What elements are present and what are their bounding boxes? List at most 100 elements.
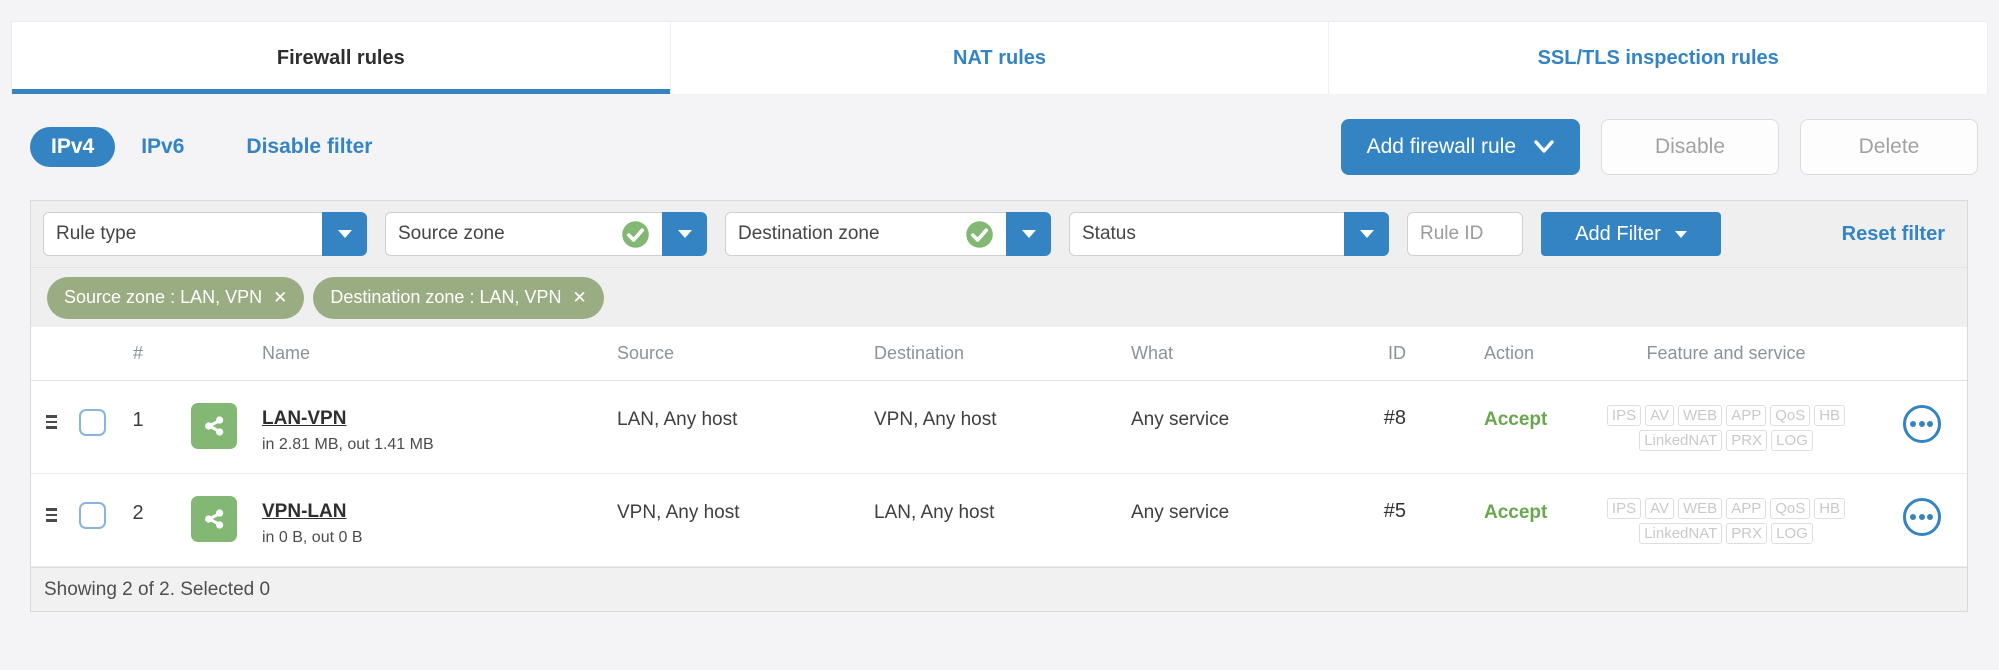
rule-what: Any service [1131,409,1230,430]
triangle-down-icon [1021,230,1036,238]
firewall-rules-page: Firewall rules NAT rules SSL/TLS inspect… [0,0,1999,670]
row-more-menu-icon[interactable] [1902,405,1941,443]
source-zone-dropdown-label: Source zone [398,223,505,244]
toolbar: IPv4 IPv6 Disable filter Add firewall ru… [30,94,1978,200]
rule-type-dropdown-label: Rule type [56,223,137,244]
feature-badges: IPS AV WEB APP QoS HB LinkedNAT PRX LOG [1576,474,1876,544]
add-firewall-rule-button[interactable]: Add firewall rule [1340,119,1580,175]
table-header-row: # Name Source Destination What ID Action… [31,327,1967,381]
feature-badge: IPS [1606,405,1642,426]
feature-badge: HB [1814,498,1846,519]
destination-zone-dropdown-label: Destination zone [738,223,880,244]
status-dropdown-label: Status [1082,223,1136,244]
tab-nat-rules[interactable]: NAT rules [669,22,1329,94]
filter-chip-label: Source zone : LAN, VPN [64,287,263,307]
header-action: Action [1484,343,1535,363]
feature-badge: WEB [1678,405,1723,426]
row-number: 2 [132,502,144,524]
rule-id-input[interactable] [1407,212,1523,256]
drag-handle[interactable] [31,474,71,522]
rules-panel: Rule type Source zone Destination zone S… [30,200,1968,612]
feature-badge: APP [1726,498,1767,519]
header-number: # [132,343,143,363]
table-footer: Showing 2 of 2. Selected 0 [31,567,1967,611]
tab-ssl-tls-inspection-rules[interactable]: SSL/TLS inspection rules [1328,22,1987,94]
ipv4-toggle[interactable]: IPv4 [30,127,116,167]
feature-badge: LOG [1771,430,1813,451]
header-source: Source [617,343,675,363]
rule-traffic: in 0 B, out 0 B [262,529,363,546]
ipv6-toggle[interactable]: IPv6 [141,135,184,159]
rule-what: Any service [1131,502,1230,523]
table-row: 2 VPN-LAN in 0 B, out 0 B VPN, Any host … [31,474,1967,567]
feature-badge: PRX [1726,430,1768,451]
feature-badge: APP [1726,405,1767,426]
rule-name-link[interactable]: LAN-VPN [262,408,434,430]
feature-badge: LOG [1771,523,1813,544]
status-dropdown[interactable]: Status [1069,212,1389,256]
drag-handle-icon [45,415,57,429]
rules-tab-bar: Firewall rules NAT rules SSL/TLS inspect… [11,21,1988,94]
feature-badge: LinkedNAT [1639,523,1723,544]
rule-destination: LAN, Any host [874,502,995,523]
tab-firewall-rules[interactable]: Firewall rules [12,22,670,94]
triangle-down-icon [677,230,692,238]
reset-filter-link[interactable]: Reset filter [1842,223,1955,246]
rule-action: Accept [1484,502,1548,523]
source-zone-dropdown[interactable]: Source zone [385,212,707,256]
header-id: ID [1388,343,1406,363]
filter-chip-source-zone: Source zone : LAN, VPN ✕ [47,276,305,319]
destination-zone-dropdown[interactable]: Destination zone [725,212,1051,256]
rule-id: #8 [1383,407,1406,429]
header-feature-and-service: Feature and service [1646,343,1806,363]
source-zone-dropdown-button[interactable] [662,212,707,256]
rule-action: Accept [1484,409,1548,430]
filter-chip-label: Destination zone : LAN, VPN [330,287,562,307]
status-dropdown-button[interactable] [1344,212,1389,256]
triangle-down-icon [1674,230,1687,238]
table-row: 1 LAN-VPN in 2.81 MB, out 1.41 MB LAN, A… [31,381,1967,474]
rule-id: #5 [1383,500,1406,522]
filter-chip-destination-zone: Destination zone : LAN, VPN ✕ [313,276,604,319]
triangle-down-icon [1359,230,1374,238]
rule-source: LAN, Any host [617,409,738,430]
active-filters-bar: Source zone : LAN, VPN ✕ Destination zon… [31,267,1967,327]
feature-badge: AV [1645,498,1675,519]
feature-badge: IPS [1606,498,1642,519]
feature-badge: LinkedNAT [1639,430,1723,451]
table-summary: Showing 2 of 2. Selected 0 [44,578,271,600]
remove-chip-icon[interactable]: ✕ [273,289,287,306]
disable-filter-link[interactable]: Disable filter [246,135,372,159]
header-name: Name [262,343,311,363]
delete-button[interactable]: Delete [1800,119,1978,175]
row-checkbox[interactable] [78,502,106,529]
rule-type-dropdown-button[interactable] [322,212,367,256]
row-number: 1 [132,409,144,431]
feature-badge: QoS [1770,498,1811,519]
rule-destination: VPN, Any host [874,409,997,430]
destination-zone-dropdown-button[interactable] [1006,212,1051,256]
header-destination: Destination [874,343,965,363]
remove-chip-icon[interactable]: ✕ [572,289,586,306]
drag-handle[interactable] [31,381,71,429]
row-checkbox[interactable] [78,409,106,436]
triangle-down-icon [337,230,352,238]
drag-handle-icon [45,508,57,522]
rule-traffic: in 2.81 MB, out 1.41 MB [262,436,434,453]
feature-badge: WEB [1678,498,1723,519]
add-filter-button[interactable]: Add Filter [1541,212,1721,256]
feature-badge: AV [1645,405,1675,426]
feature-badge: PRX [1726,523,1768,544]
rule-name-link[interactable]: VPN-LAN [262,501,363,523]
row-more-menu-icon[interactable] [1902,498,1941,536]
add-firewall-rule-label: Add firewall rule [1366,135,1516,158]
rule-type-share-icon [191,403,237,449]
check-circle-icon [622,220,649,248]
rule-type-share-icon [191,496,237,542]
disable-button[interactable]: Disable [1601,119,1779,175]
rule-type-dropdown[interactable]: Rule type [43,212,367,256]
chevron-down-icon [1534,140,1554,153]
rule-source: VPN, Any host [617,502,740,523]
filter-bar: Rule type Source zone Destination zone S… [31,201,1967,267]
add-filter-label: Add Filter [1575,222,1661,245]
